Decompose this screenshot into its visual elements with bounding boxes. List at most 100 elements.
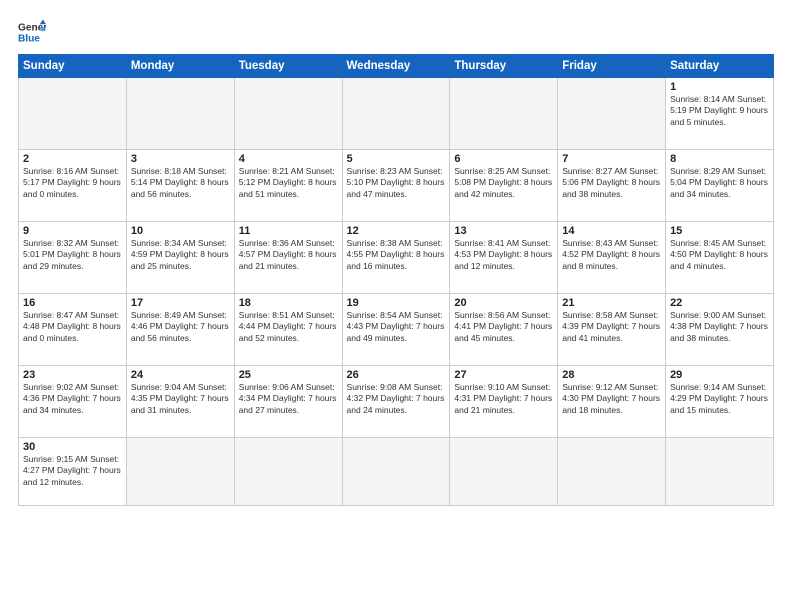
day-number: 26 bbox=[347, 369, 446, 381]
weekday-header-sunday: Sunday bbox=[19, 55, 127, 78]
calendar-cell bbox=[126, 438, 234, 506]
calendar-cell: 8Sunrise: 8:29 AM Sunset: 5:04 PM Daylig… bbox=[666, 150, 774, 222]
day-info: Sunrise: 9:04 AM Sunset: 4:35 PM Dayligh… bbox=[131, 382, 230, 416]
day-number: 4 bbox=[239, 153, 338, 165]
calendar-week-row: 9Sunrise: 8:32 AM Sunset: 5:01 PM Daylig… bbox=[19, 222, 774, 294]
calendar-cell: 23Sunrise: 9:02 AM Sunset: 4:36 PM Dayli… bbox=[19, 366, 127, 438]
calendar-cell: 3Sunrise: 8:18 AM Sunset: 5:14 PM Daylig… bbox=[126, 150, 234, 222]
day-info: Sunrise: 8:34 AM Sunset: 4:59 PM Dayligh… bbox=[131, 238, 230, 272]
calendar-cell: 18Sunrise: 8:51 AM Sunset: 4:44 PM Dayli… bbox=[234, 294, 342, 366]
day-number: 29 bbox=[670, 369, 769, 381]
day-info: Sunrise: 8:51 AM Sunset: 4:44 PM Dayligh… bbox=[239, 310, 338, 344]
day-info: Sunrise: 9:08 AM Sunset: 4:32 PM Dayligh… bbox=[347, 382, 446, 416]
day-info: Sunrise: 8:29 AM Sunset: 5:04 PM Dayligh… bbox=[670, 166, 769, 200]
calendar-cell: 29Sunrise: 9:14 AM Sunset: 4:29 PM Dayli… bbox=[666, 366, 774, 438]
day-info: Sunrise: 9:00 AM Sunset: 4:38 PM Dayligh… bbox=[670, 310, 769, 344]
day-info: Sunrise: 8:45 AM Sunset: 4:50 PM Dayligh… bbox=[670, 238, 769, 272]
day-info: Sunrise: 9:10 AM Sunset: 4:31 PM Dayligh… bbox=[454, 382, 553, 416]
calendar-cell bbox=[342, 438, 450, 506]
day-number: 12 bbox=[347, 225, 446, 237]
calendar-cell: 21Sunrise: 8:58 AM Sunset: 4:39 PM Dayli… bbox=[558, 294, 666, 366]
day-info: Sunrise: 8:23 AM Sunset: 5:10 PM Dayligh… bbox=[347, 166, 446, 200]
day-number: 20 bbox=[454, 297, 553, 309]
day-info: Sunrise: 9:15 AM Sunset: 4:27 PM Dayligh… bbox=[23, 454, 122, 488]
calendar-cell: 15Sunrise: 8:45 AM Sunset: 4:50 PM Dayli… bbox=[666, 222, 774, 294]
day-info: Sunrise: 8:27 AM Sunset: 5:06 PM Dayligh… bbox=[562, 166, 661, 200]
day-number: 11 bbox=[239, 225, 338, 237]
day-number: 23 bbox=[23, 369, 122, 381]
calendar-cell: 28Sunrise: 9:12 AM Sunset: 4:30 PM Dayli… bbox=[558, 366, 666, 438]
svg-text:Blue: Blue bbox=[18, 33, 40, 44]
day-info: Sunrise: 8:14 AM Sunset: 5:19 PM Dayligh… bbox=[670, 94, 769, 128]
calendar-cell: 13Sunrise: 8:41 AM Sunset: 4:53 PM Dayli… bbox=[450, 222, 558, 294]
day-number: 25 bbox=[239, 369, 338, 381]
day-number: 18 bbox=[239, 297, 338, 309]
calendar-cell: 1Sunrise: 8:14 AM Sunset: 5:19 PM Daylig… bbox=[666, 78, 774, 150]
calendar-cell bbox=[19, 78, 127, 150]
day-number: 6 bbox=[454, 153, 553, 165]
calendar-week-row: 2Sunrise: 8:16 AM Sunset: 5:17 PM Daylig… bbox=[19, 150, 774, 222]
day-info: Sunrise: 8:18 AM Sunset: 5:14 PM Dayligh… bbox=[131, 166, 230, 200]
calendar-cell: 6Sunrise: 8:25 AM Sunset: 5:08 PM Daylig… bbox=[450, 150, 558, 222]
calendar-cell bbox=[450, 438, 558, 506]
logo-icon: General Blue bbox=[18, 18, 46, 46]
weekday-header-friday: Friday bbox=[558, 55, 666, 78]
day-info: Sunrise: 8:54 AM Sunset: 4:43 PM Dayligh… bbox=[347, 310, 446, 344]
page-header: General Blue bbox=[18, 18, 774, 46]
day-info: Sunrise: 8:58 AM Sunset: 4:39 PM Dayligh… bbox=[562, 310, 661, 344]
day-info: Sunrise: 8:41 AM Sunset: 4:53 PM Dayligh… bbox=[454, 238, 553, 272]
day-number: 19 bbox=[347, 297, 446, 309]
calendar-cell: 17Sunrise: 8:49 AM Sunset: 4:46 PM Dayli… bbox=[126, 294, 234, 366]
day-number: 2 bbox=[23, 153, 122, 165]
calendar-cell: 4Sunrise: 8:21 AM Sunset: 5:12 PM Daylig… bbox=[234, 150, 342, 222]
day-number: 3 bbox=[131, 153, 230, 165]
calendar-cell: 26Sunrise: 9:08 AM Sunset: 4:32 PM Dayli… bbox=[342, 366, 450, 438]
day-info: Sunrise: 9:02 AM Sunset: 4:36 PM Dayligh… bbox=[23, 382, 122, 416]
calendar-cell: 11Sunrise: 8:36 AM Sunset: 4:57 PM Dayli… bbox=[234, 222, 342, 294]
calendar-table: SundayMondayTuesdayWednesdayThursdayFrid… bbox=[18, 54, 774, 506]
day-info: Sunrise: 9:12 AM Sunset: 4:30 PM Dayligh… bbox=[562, 382, 661, 416]
calendar-cell: 5Sunrise: 8:23 AM Sunset: 5:10 PM Daylig… bbox=[342, 150, 450, 222]
calendar-cell: 9Sunrise: 8:32 AM Sunset: 5:01 PM Daylig… bbox=[19, 222, 127, 294]
day-info: Sunrise: 8:36 AM Sunset: 4:57 PM Dayligh… bbox=[239, 238, 338, 272]
weekday-header-saturday: Saturday bbox=[666, 55, 774, 78]
day-number: 13 bbox=[454, 225, 553, 237]
weekday-header-monday: Monday bbox=[126, 55, 234, 78]
day-info: Sunrise: 8:25 AM Sunset: 5:08 PM Dayligh… bbox=[454, 166, 553, 200]
weekday-header-thursday: Thursday bbox=[450, 55, 558, 78]
calendar-cell: 10Sunrise: 8:34 AM Sunset: 4:59 PM Dayli… bbox=[126, 222, 234, 294]
calendar-cell: 12Sunrise: 8:38 AM Sunset: 4:55 PM Dayli… bbox=[342, 222, 450, 294]
day-number: 1 bbox=[670, 81, 769, 93]
day-number: 5 bbox=[347, 153, 446, 165]
calendar-cell bbox=[558, 438, 666, 506]
day-info: Sunrise: 8:21 AM Sunset: 5:12 PM Dayligh… bbox=[239, 166, 338, 200]
day-number: 30 bbox=[23, 441, 122, 453]
day-info: Sunrise: 8:38 AM Sunset: 4:55 PM Dayligh… bbox=[347, 238, 446, 272]
day-number: 27 bbox=[454, 369, 553, 381]
calendar-cell: 25Sunrise: 9:06 AM Sunset: 4:34 PM Dayli… bbox=[234, 366, 342, 438]
calendar-header-row: SundayMondayTuesdayWednesdayThursdayFrid… bbox=[19, 55, 774, 78]
calendar-cell: 27Sunrise: 9:10 AM Sunset: 4:31 PM Dayli… bbox=[450, 366, 558, 438]
calendar-cell bbox=[234, 78, 342, 150]
calendar-week-row: 1Sunrise: 8:14 AM Sunset: 5:19 PM Daylig… bbox=[19, 78, 774, 150]
day-number: 28 bbox=[562, 369, 661, 381]
logo: General Blue bbox=[18, 18, 46, 46]
calendar-cell bbox=[666, 438, 774, 506]
calendar-week-row: 16Sunrise: 8:47 AM Sunset: 4:48 PM Dayli… bbox=[19, 294, 774, 366]
day-info: Sunrise: 8:47 AM Sunset: 4:48 PM Dayligh… bbox=[23, 310, 122, 344]
day-number: 22 bbox=[670, 297, 769, 309]
day-number: 10 bbox=[131, 225, 230, 237]
calendar-cell bbox=[450, 78, 558, 150]
day-number: 16 bbox=[23, 297, 122, 309]
calendar-cell: 2Sunrise: 8:16 AM Sunset: 5:17 PM Daylig… bbox=[19, 150, 127, 222]
calendar-week-row: 30Sunrise: 9:15 AM Sunset: 4:27 PM Dayli… bbox=[19, 438, 774, 506]
day-number: 24 bbox=[131, 369, 230, 381]
calendar-cell: 19Sunrise: 8:54 AM Sunset: 4:43 PM Dayli… bbox=[342, 294, 450, 366]
day-number: 8 bbox=[670, 153, 769, 165]
calendar-cell: 7Sunrise: 8:27 AM Sunset: 5:06 PM Daylig… bbox=[558, 150, 666, 222]
day-number: 17 bbox=[131, 297, 230, 309]
day-number: 9 bbox=[23, 225, 122, 237]
day-info: Sunrise: 8:49 AM Sunset: 4:46 PM Dayligh… bbox=[131, 310, 230, 344]
calendar-cell: 22Sunrise: 9:00 AM Sunset: 4:38 PM Dayli… bbox=[666, 294, 774, 366]
calendar-cell bbox=[126, 78, 234, 150]
